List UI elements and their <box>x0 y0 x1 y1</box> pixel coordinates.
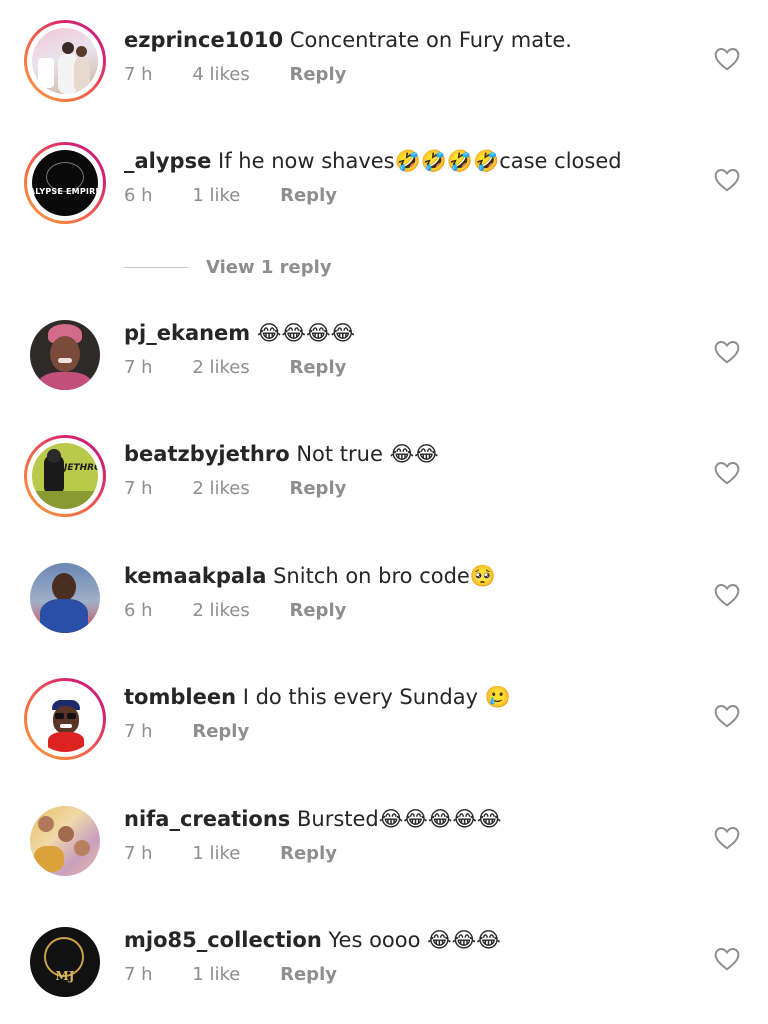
comment-item: tombleen I do this every Sunday 🥲 7 h Re… <box>0 678 768 778</box>
reply-button[interactable]: Reply <box>192 721 249 742</box>
comment-item: nifa_creations Bursted😂😂😂😂😂 7 h 1 like R… <box>0 800 768 900</box>
avatar[interactable]: MJ <box>24 921 106 1003</box>
heart-icon[interactable] <box>714 826 740 850</box>
comment-text: Concentrate on Fury mate. <box>289 28 572 52</box>
comment-item: kemaakpala Snitch on bro code🥺 6 h 2 lik… <box>0 557 768 657</box>
comment-username[interactable]: mjo85_collection <box>124 928 322 952</box>
mj-logo-text: MJ <box>55 969 75 983</box>
reply-button[interactable]: Reply <box>289 64 346 85</box>
comment-likes[interactable]: 1 like <box>192 185 240 206</box>
heart-icon[interactable] <box>714 583 740 607</box>
heart-icon[interactable] <box>714 47 740 71</box>
comment-likes[interactable]: 1 like <box>192 964 240 985</box>
avatar[interactable]: JETHRO <box>24 435 106 517</box>
comment-text: I do this every Sunday 🥲 <box>242 685 511 709</box>
jethro-logo-text: JETHRO <box>64 463 98 473</box>
comment-text: Yes oooo 😂😂😂 <box>328 928 501 952</box>
comment-username[interactable]: kemaakpala <box>124 564 266 588</box>
reply-button[interactable]: Reply <box>289 600 346 621</box>
comment-item: ALYPSE EMPIRE _alypse If he now shaves🤣🤣… <box>0 142 768 242</box>
comment-item: MJ mjo85_collection Yes oooo 😂😂😂 7 h 1 l… <box>0 921 768 1021</box>
alypse-empire-logo-avatar: ALYPSE EMPIRE <box>32 150 98 216</box>
comment-time: 6 h <box>124 185 153 206</box>
view-replies-button[interactable]: View 1 reply <box>124 256 332 278</box>
comment-likes[interactable]: 1 like <box>192 843 240 864</box>
avatar[interactable] <box>24 314 106 396</box>
beatzbyjethro-logo-avatar: JETHRO <box>32 443 98 509</box>
comment-text: If he now shaves🤣🤣🤣🤣case closed <box>218 149 622 173</box>
heart-icon[interactable] <box>714 947 740 971</box>
heart-icon[interactable] <box>714 340 740 364</box>
comment-likes[interactable]: 2 likes <box>192 478 249 499</box>
woman-portrait-avatar <box>30 320 100 390</box>
alypse-logo-text: ALYPSE EMPIRE <box>32 186 98 196</box>
man-portrait-avatar <box>30 563 100 633</box>
fashion-collage-avatar <box>30 806 100 876</box>
cartoon-avatar <box>32 686 98 752</box>
comment-likes[interactable]: 2 likes <box>192 600 249 621</box>
avatar[interactable] <box>24 557 106 639</box>
couple-photo-avatar <box>32 28 98 94</box>
comment-text: 😂😂😂😂 <box>256 321 356 345</box>
reply-button[interactable]: Reply <box>289 478 346 499</box>
heart-icon[interactable] <box>714 704 740 728</box>
comment-username[interactable]: nifa_creations <box>124 807 290 831</box>
comment-time: 7 h <box>124 843 153 864</box>
comment-time: 7 h <box>124 357 153 378</box>
comment-time: 7 h <box>124 478 153 499</box>
comment-username[interactable]: tombleen <box>124 685 236 709</box>
comment-likes[interactable]: 2 likes <box>192 357 249 378</box>
comment-username[interactable]: _alypse <box>124 149 211 173</box>
reply-button[interactable]: Reply <box>280 843 337 864</box>
view-replies-label: View 1 reply <box>206 256 332 278</box>
comment-likes[interactable]: 4 likes <box>192 64 249 85</box>
avatar[interactable] <box>24 678 106 760</box>
comment-time: 6 h <box>124 600 153 621</box>
reply-button[interactable]: Reply <box>280 964 337 985</box>
avatar[interactable] <box>24 20 106 102</box>
comment-time: 7 h <box>124 64 153 85</box>
view-replies-divider <box>124 266 188 268</box>
heart-icon[interactable] <box>714 168 740 192</box>
comment-text: Bursted😂😂😂😂😂 <box>296 807 502 831</box>
mj-fashion-logo-avatar: MJ <box>30 927 100 997</box>
comment-item: pj_ekanem 😂😂😂😂 7 h 2 likes Reply <box>0 314 768 414</box>
avatar[interactable] <box>24 800 106 882</box>
comment-username[interactable]: pj_ekanem <box>124 321 250 345</box>
reply-button[interactable]: Reply <box>280 185 337 206</box>
avatar[interactable]: ALYPSE EMPIRE <box>24 142 106 224</box>
comment-time: 7 h <box>124 964 153 985</box>
comment-item: ezprince1010 Concentrate on Fury mate. 7… <box>0 20 768 120</box>
comment-text: Snitch on bro code🥺 <box>273 564 496 588</box>
comment-text: Not true 😂😂 <box>296 442 439 466</box>
comment-username[interactable]: beatzbyjethro <box>124 442 290 466</box>
comment-time: 7 h <box>124 721 153 742</box>
heart-icon[interactable] <box>714 461 740 485</box>
comment-item: JETHRO beatzbyjethro Not true 😂😂 7 h 2 l… <box>0 435 768 535</box>
reply-button[interactable]: Reply <box>289 357 346 378</box>
comment-username[interactable]: ezprince1010 <box>124 28 283 52</box>
